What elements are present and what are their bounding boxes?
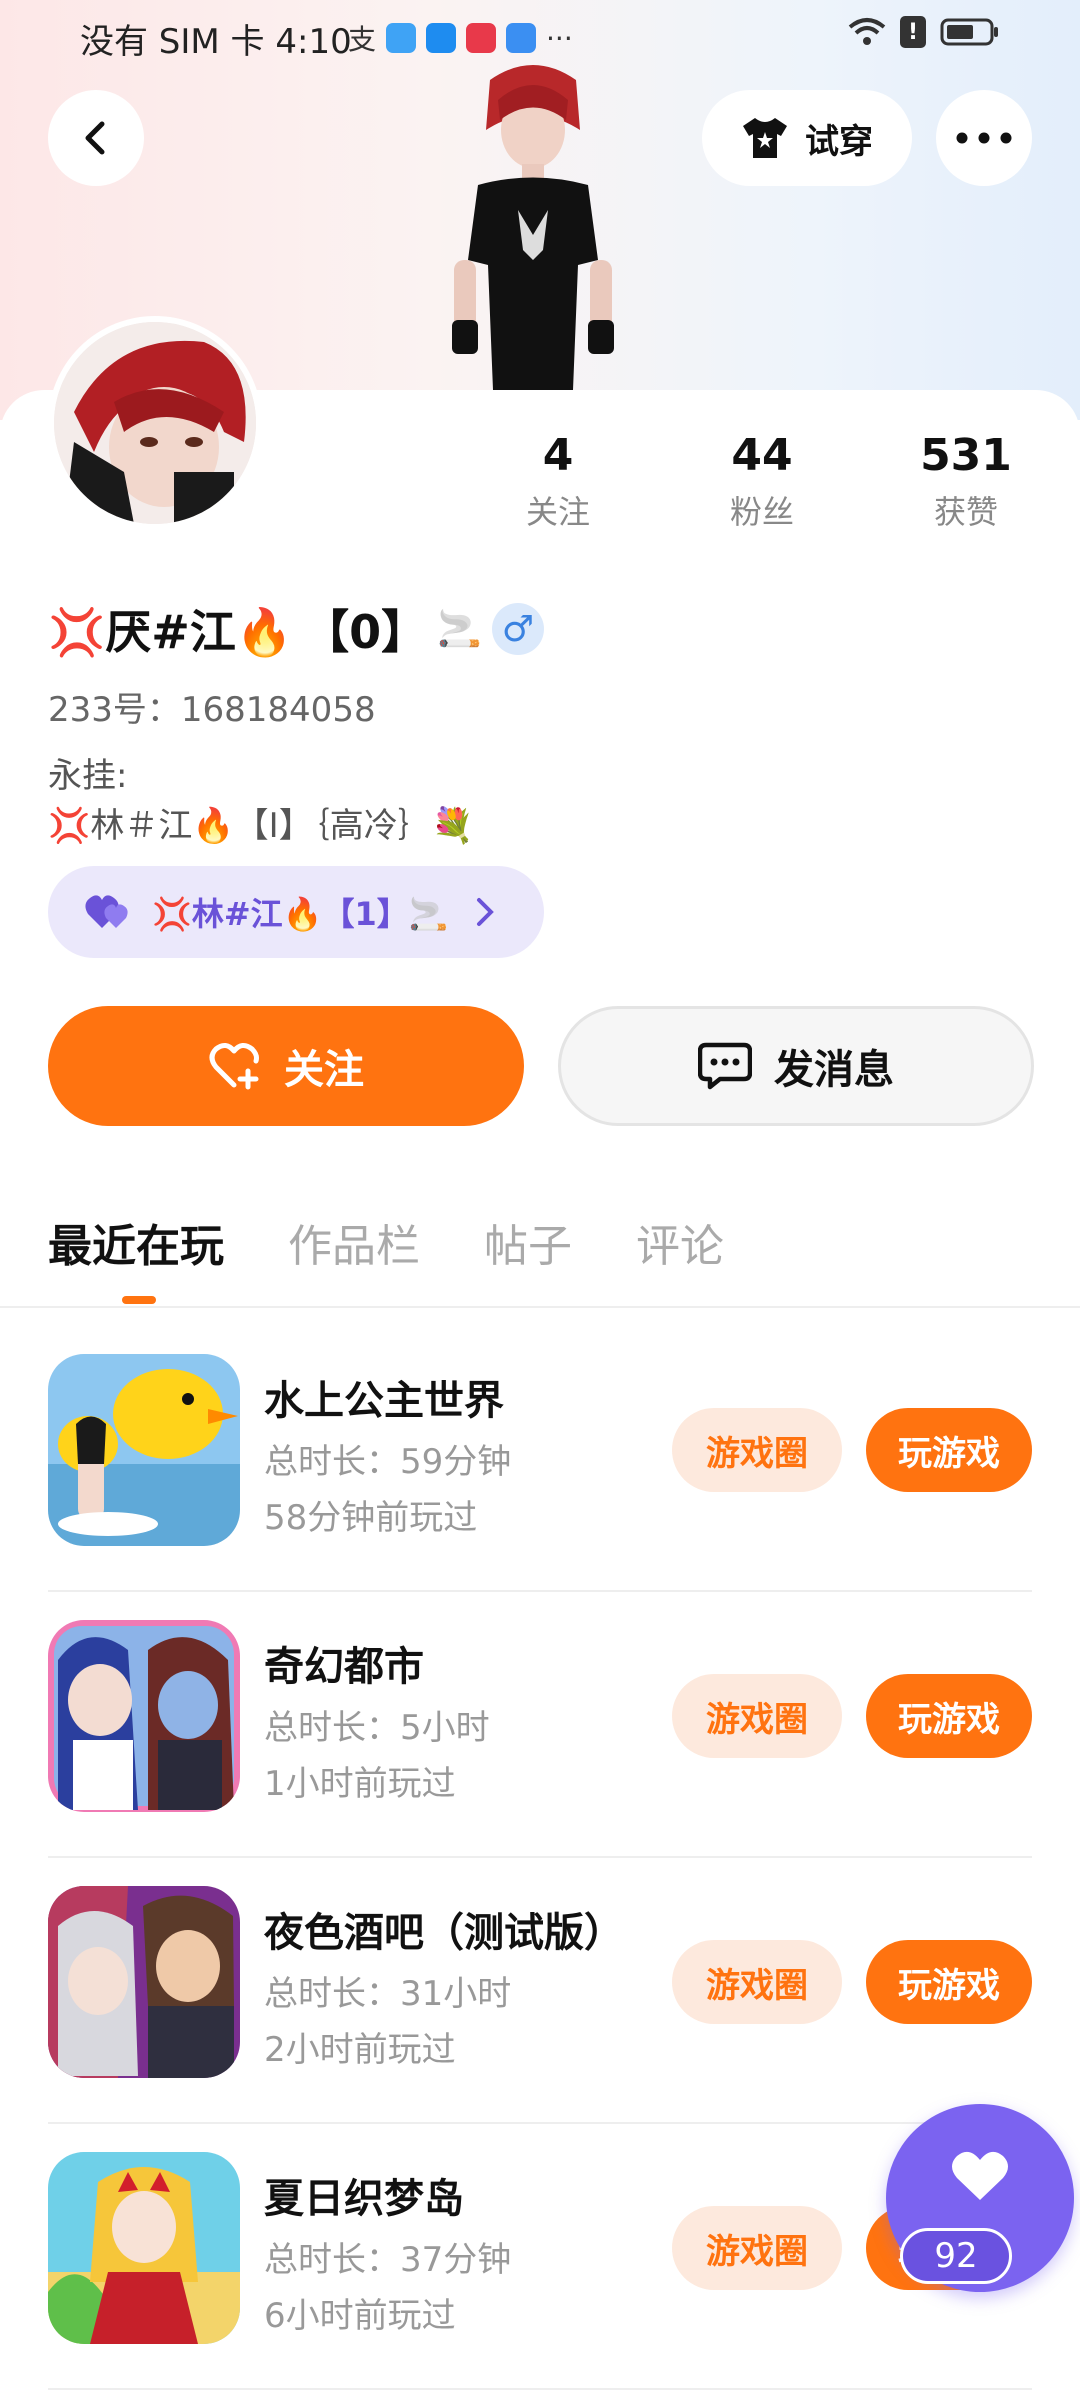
game-duration: 总时长：5小时 — [264, 1708, 490, 1748]
status-right-icons: ! — [848, 16, 1000, 48]
name-tag: 【0】 — [303, 605, 428, 659]
game-icon — [48, 2152, 240, 2344]
more-dots-icon — [956, 132, 1012, 144]
game-circle-button[interactable]: 游戏圈 — [672, 1408, 842, 1492]
game-thumbnail — [48, 1886, 240, 2078]
play-game-button[interactable]: 玩游戏 — [866, 1674, 1032, 1758]
like-count-badge: 92 — [900, 2228, 1012, 2284]
tab-works[interactable]: 作品栏 — [288, 1210, 420, 1274]
game-last-played: 58分钟前玩过 — [264, 1498, 478, 1538]
game-item[interactable]: 奇幻都市 总时长：5小时 1小时前玩过 游戏圈 玩游戏 — [48, 1620, 1032, 1886]
play-game-button[interactable]: 玩游戏 — [866, 1408, 1032, 1492]
more-notifications: ··· — [546, 21, 573, 55]
tab-recently-played[interactable]: 最近在玩 — [48, 1210, 224, 1274]
stat-likes-value: 531 — [920, 430, 1012, 481]
double-heart-icon — [85, 895, 128, 928]
bio-line-1: 永挂: — [48, 756, 128, 796]
pay-icon: 支 — [348, 23, 377, 56]
list-divider — [48, 2122, 1032, 2124]
status-carrier: 没有 SIM 卡 4:10 — [80, 22, 352, 62]
wifi-icon — [848, 18, 886, 45]
profile-tabs: 最近在玩 作品栏 帖子 评论 — [48, 1210, 724, 1274]
tab-comments[interactable]: 评论 — [636, 1210, 724, 1274]
gender-male-icon: ♂ — [491, 603, 544, 655]
stat-followers[interactable]: 44 粉丝 — [682, 430, 842, 533]
follow-button[interactable]: 关注 — [48, 1006, 524, 1126]
cp-name: 💢林#江🔥【1】🚬 — [152, 895, 449, 933]
game-title: 水上公主世界 — [264, 1378, 504, 1424]
stat-following-label: 关注 — [525, 493, 590, 531]
heart-plus-icon — [209, 1043, 259, 1090]
game-title: 夜色酒吧（测试版） — [264, 1910, 624, 1956]
heart-icon — [952, 2151, 1008, 2200]
search-app-icon — [426, 23, 457, 53]
game-circle-button[interactable]: 游戏圈 — [672, 2206, 842, 2290]
tab-divider — [0, 1306, 1080, 1308]
game-title: 夏日织梦岛 — [264, 2176, 464, 2222]
name-suffix: 🚬 — [437, 609, 482, 650]
game-item[interactable]: 夏日织梦岛 总时长：37分钟 6小时前玩过 游戏圈 玩游戏 — [48, 2152, 1032, 2400]
more-options-button[interactable] — [936, 90, 1032, 186]
try-on-label: 试穿 — [805, 121, 873, 162]
avatar-image — [54, 322, 256, 524]
notification-icons: 支 ··· — [348, 18, 573, 58]
game-duration: 总时长：59分钟 — [264, 1442, 512, 1482]
stat-followers-label: 粉丝 — [729, 493, 794, 531]
stat-followers-value: 44 — [731, 430, 793, 481]
game-last-played: 1小时前玩过 — [264, 1764, 456, 1804]
game-circle-button[interactable]: 游戏圈 — [672, 1940, 842, 2024]
chevron-left-icon — [85, 121, 105, 155]
game-duration: 总时长：37分钟 — [264, 2240, 512, 2280]
game-thumbnail — [48, 2152, 240, 2344]
message-button[interactable]: 发消息 — [558, 1006, 1034, 1126]
cp-relationship-pill[interactable]: 💢林#江🔥【1】🚬 — [48, 866, 544, 958]
profile-avatar[interactable] — [48, 316, 262, 530]
profile-name: 💢厌#江🔥 【0】 🚬 ♂ — [48, 596, 544, 662]
user-id[interactable]: 233号：168184058 — [48, 682, 376, 731]
tab-active-indicator — [122, 1296, 156, 1304]
game-icon — [48, 1886, 240, 2078]
game-item[interactable]: 水上公主世界 总时长：59分钟 58分钟前玩过 游戏圈 玩游戏 — [48, 1354, 1032, 1620]
chevron-right-icon — [476, 898, 494, 926]
reader-icon — [466, 23, 497, 53]
cloud-icon — [506, 23, 537, 53]
game-title: 奇幻都市 — [264, 1644, 424, 1690]
tab-posts[interactable]: 帖子 — [484, 1210, 572, 1274]
status-time: 4:10 — [275, 22, 352, 62]
name-main: 💢厌#江🔥 — [48, 605, 294, 659]
game-icon — [48, 1620, 240, 1812]
back-button[interactable] — [48, 90, 144, 186]
tshirt-icon — [743, 118, 787, 158]
stat-likes[interactable]: 531 获赞 — [886, 430, 1046, 533]
game-thumbnail — [48, 1620, 240, 1812]
message-label: 发消息 — [774, 1047, 894, 1093]
game-duration: 总时长：31小时 — [264, 1974, 512, 2014]
weather-icon — [386, 23, 417, 53]
stat-following[interactable]: 4 关注 — [478, 430, 638, 533]
list-divider — [48, 2388, 1032, 2390]
follow-label: 关注 — [284, 1047, 364, 1093]
game-circle-button[interactable]: 游戏圈 — [672, 1674, 842, 1758]
battery-icon — [940, 18, 998, 46]
play-game-button[interactable]: 玩游戏 — [866, 1940, 1032, 2024]
stat-following-value: 4 — [542, 430, 574, 481]
stat-likes-label: 获赞 — [933, 493, 998, 531]
chat-bubble-icon — [698, 1042, 752, 1090]
alert-icon: ! — [900, 16, 926, 48]
game-thumbnail — [48, 1354, 240, 1546]
list-divider — [48, 1590, 1032, 1592]
bio-line-2: 💢林＃江🔥【Ⅰ】｛高冷｝💐 — [48, 806, 475, 846]
try-on-button[interactable]: 试穿 — [702, 90, 912, 186]
game-last-played: 6小时前玩过 — [264, 2296, 456, 2336]
list-divider — [48, 1856, 1032, 1858]
avatar-character-image — [452, 65, 614, 390]
game-last-played: 2小时前玩过 — [264, 2030, 456, 2070]
game-item[interactable]: 夜色酒吧（测试版） 总时长：31小时 2小时前玩过 游戏圈 玩游戏 — [48, 1886, 1032, 2152]
game-icon — [48, 1354, 240, 1546]
